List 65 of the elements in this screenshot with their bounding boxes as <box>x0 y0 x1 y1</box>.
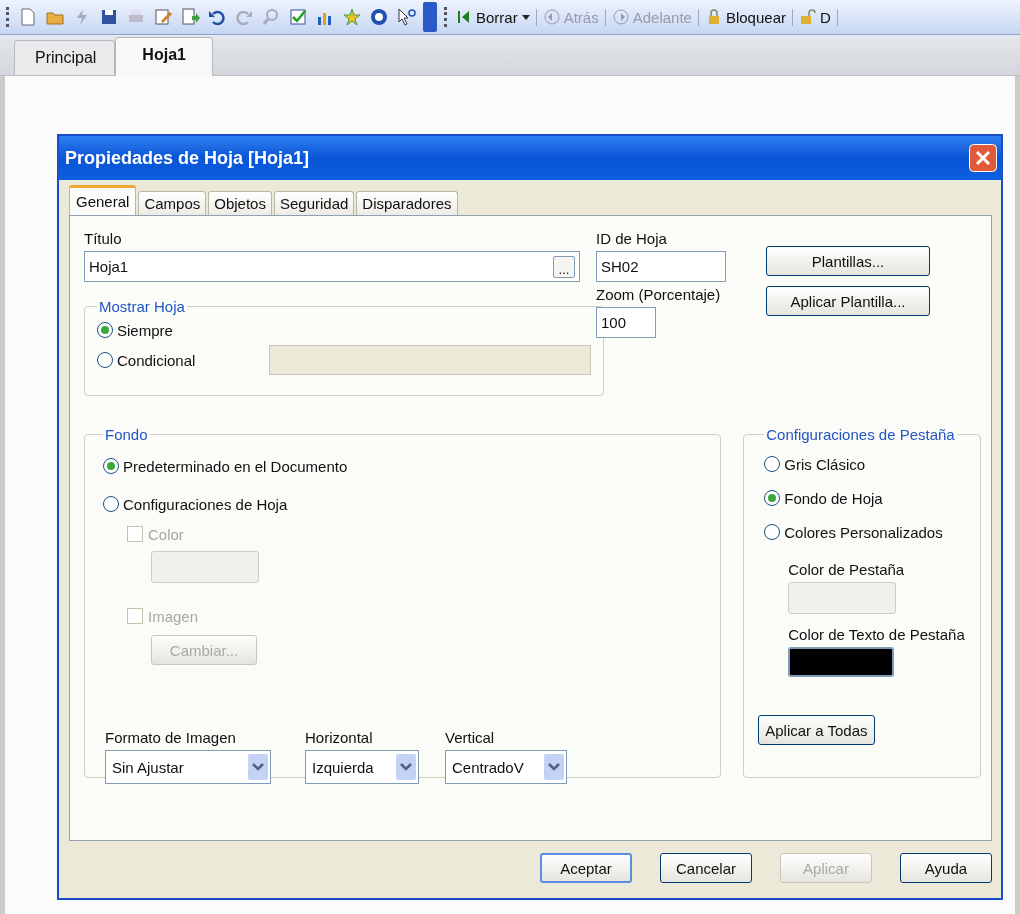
radio-label: Condicional <box>117 351 196 369</box>
template-button[interactable]: Plantillas... <box>766 246 930 276</box>
dialog-tab[interactable]: General <box>69 185 137 216</box>
dialog-tab[interactable]: Disparadores <box>356 191 458 215</box>
sheet-tab[interactable]: Principal <box>14 40 116 75</box>
browse-button[interactable]: ... <box>553 255 575 278</box>
radio-button[interactable] <box>103 496 119 512</box>
checkbox-label: Color <box>148 525 184 543</box>
toolbar-button[interactable]: Borrar <box>456 8 537 26</box>
dropdown[interactable]: Izquierda <box>305 750 419 784</box>
field-label: Zoom (Porcentaje) <box>596 286 722 303</box>
radio-label: Siempre <box>117 321 173 339</box>
radio-label: Fondo de Hoja <box>784 489 883 507</box>
checkbox-icon[interactable] <box>288 7 308 27</box>
apply-all-button[interactable]: Aplicar a Todas <box>758 715 875 745</box>
color-swatch[interactable] <box>151 551 259 583</box>
dialog-button[interactable]: Cancelar <box>660 853 752 883</box>
group-title: Mostrar Hoja <box>98 298 186 315</box>
title-field[interactable]: Hoja1 ... <box>84 251 580 282</box>
dialog-title: Propiedades de Hoja [Hoja1] <box>65 147 310 169</box>
dialog-tab[interactable]: Seguridad <box>273 191 355 215</box>
checkbox-label: Imagen <box>148 607 199 625</box>
zoom-field[interactable]: 100 <box>596 307 656 338</box>
field-label: ID de Hoja <box>596 230 668 247</box>
clear-icon <box>456 9 472 25</box>
edit-icon[interactable] <box>153 7 173 27</box>
group-title: Configuraciones de Pestaña <box>765 426 956 443</box>
open-padlock-icon <box>799 9 816 25</box>
field-label: Color de Pestaña <box>788 561 906 578</box>
sheet-id-field[interactable]: SH02 <box>596 251 726 282</box>
close-button[interactable] <box>969 144 997 172</box>
radio-label: Colores Personalizados <box>784 523 943 541</box>
dialog-button[interactable]: Aceptar <box>540 853 632 883</box>
radio-label: Predeterminado en el Documento <box>123 457 348 475</box>
caret-icon <box>521 13 530 21</box>
search-icon[interactable] <box>261 7 281 27</box>
radio-button[interactable] <box>97 352 113 368</box>
color-swatch[interactable] <box>788 647 895 677</box>
radio-button[interactable] <box>764 524 781 540</box>
dialog-button[interactable]: Ayuda <box>900 853 992 883</box>
dropdown[interactable]: Sin Ajustar <box>105 750 271 784</box>
template-button[interactable]: Aplicar Plantilla... <box>766 286 930 316</box>
radio-label: Gris Clásico <box>784 455 866 473</box>
radio-button[interactable] <box>103 458 119 474</box>
sheet-tab[interactable]: Hoja1 <box>115 37 213 76</box>
dropdown-label: Horizontal <box>305 729 374 746</box>
dropdown[interactable]: CentradoV <box>445 750 567 784</box>
dialog-tab[interactable]: Objetos <box>208 191 272 215</box>
group-title: Fondo <box>104 426 149 443</box>
field-label: Color de Texto de Pestaña <box>788 626 966 643</box>
radio-label: Configuraciones de Hoja <box>123 495 288 513</box>
field-label: Título <box>84 230 123 247</box>
radio-button[interactable] <box>97 322 113 338</box>
condition-field[interactable] <box>269 345 592 375</box>
new-document-icon[interactable] <box>18 7 38 27</box>
radio-button[interactable] <box>764 490 781 506</box>
dropdown-label: Formato de Imagen <box>105 729 237 746</box>
radio-button[interactable] <box>764 456 781 472</box>
color-swatch[interactable] <box>788 582 897 614</box>
toolbar-button[interactable]: Bloquear <box>705 8 793 26</box>
dialog-tab[interactable]: Campos <box>138 191 207 215</box>
export-icon[interactable] <box>180 7 200 27</box>
dropdown-label: Vertical <box>445 729 496 746</box>
toolbar-button[interactable]: D <box>799 8 838 26</box>
save-icon[interactable] <box>99 7 119 27</box>
